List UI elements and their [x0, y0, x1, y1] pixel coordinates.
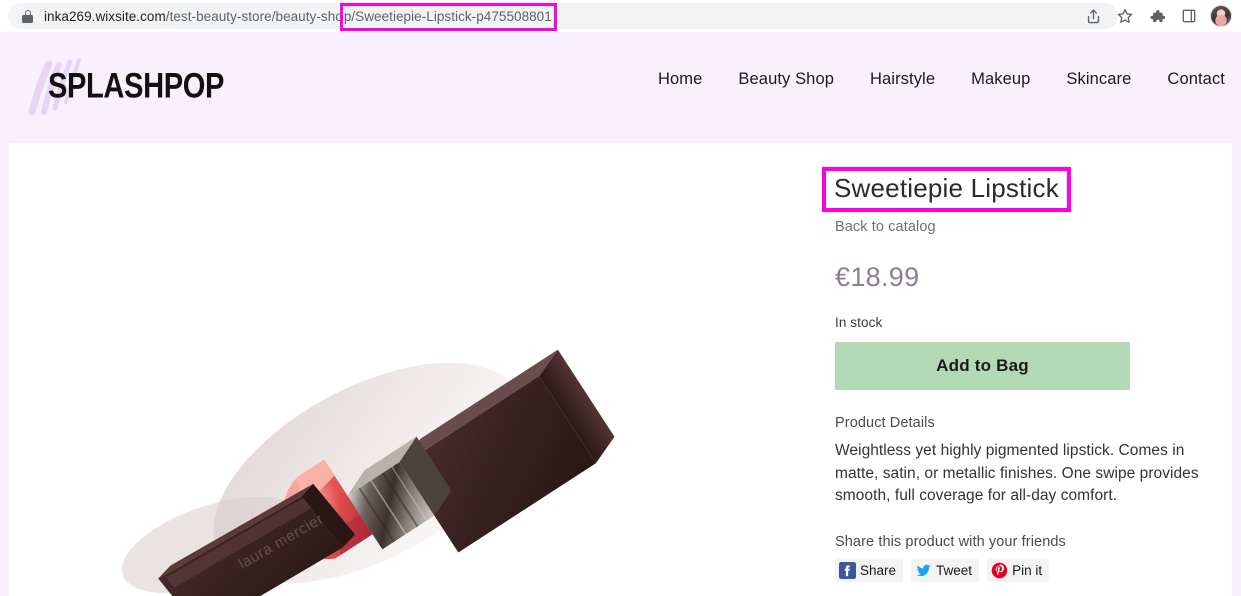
share-pinterest-label: Pin it [1012, 562, 1043, 578]
profile-avatar[interactable] [1207, 2, 1235, 30]
nav-item-contact[interactable]: Contact [1167, 70, 1225, 89]
product-title-highlight: Sweetiepie Lipstick [822, 167, 1071, 212]
share-buttons: Share Tweet Pin it [835, 558, 1224, 582]
product-page: laura mercier Sweetiepie Lipstick Back t… [9, 143, 1232, 596]
lock-icon [22, 9, 33, 23]
product-image[interactable]: laura mercier [9, 143, 814, 596]
url-domain: inka269.wixsite.com [44, 8, 166, 24]
nav-item-skincare[interactable]: Skincare [1066, 70, 1131, 89]
url-text: inka269.wixsite.com/test-beauty-store/be… [44, 2, 557, 31]
pinterest-icon [991, 562, 1008, 578]
product-price: €18.99 [835, 262, 920, 292]
browser-toolbar: inka269.wixsite.com/test-beauty-store/be… [0, 0, 1241, 32]
page-title: Sweetiepie Lipstick [834, 173, 1059, 203]
browser-actions [1079, 0, 1235, 32]
nav-item-beauty-shop[interactable]: Beauty Shop [738, 70, 834, 89]
bookmark-star-icon[interactable] [1111, 2, 1139, 30]
share-icon[interactable] [1079, 2, 1107, 30]
share-facebook-button[interactable]: Share [835, 558, 904, 582]
main-navigation: Home Beauty Shop Hairstyle Makeup Skinca… [658, 70, 1225, 89]
share-twitter-button[interactable]: Tweet [911, 558, 980, 582]
back-to-catalog-link[interactable]: Back to catalog [835, 219, 1224, 235]
side-panel-icon[interactable] [1175, 2, 1203, 30]
share-twitter-label: Tweet [936, 562, 973, 578]
share-heading: Share this product with your friends [835, 533, 1066, 550]
site-logo[interactable]: SPLASHPOP [18, 58, 229, 116]
twitter-icon [916, 564, 931, 576]
add-to-bag-button[interactable]: Add to Bag [835, 342, 1130, 390]
lipstick-product-photo: laura mercier [9, 143, 814, 596]
share-facebook-label: Share [860, 562, 897, 578]
nav-item-home[interactable]: Home [658, 70, 702, 89]
logo-text: SPLASHPOP [48, 66, 225, 106]
website-viewport: SPLASHPOP Home Beauty Shop Hairstyle Mak… [0, 32, 1241, 596]
stock-status: In stock [835, 315, 883, 330]
nav-item-hairstyle[interactable]: Hairstyle [870, 70, 935, 89]
url-path: /test-beauty-store/beauty-sho [165, 8, 343, 24]
url-highlighted-segment: p/Sweetiepie-Lipstick-p475508801 [339, 2, 557, 31]
product-details-heading: Product Details [835, 415, 935, 431]
product-details-text: Weightless yet highly pigmented lipstick… [835, 442, 1199, 504]
extensions-puzzle-icon[interactable] [1143, 2, 1171, 30]
facebook-icon [839, 561, 856, 579]
address-bar[interactable]: inka269.wixsite.com/test-beauty-store/be… [8, 2, 1118, 31]
site-header: SPLASHPOP Home Beauty Shop Hairstyle Mak… [0, 32, 1241, 143]
share-pinterest-button[interactable]: Pin it [987, 558, 1050, 582]
nav-item-makeup[interactable]: Makeup [971, 70, 1030, 89]
product-info-panel: Sweetiepie Lipstick Back to catalog €18.… [822, 167, 1224, 582]
